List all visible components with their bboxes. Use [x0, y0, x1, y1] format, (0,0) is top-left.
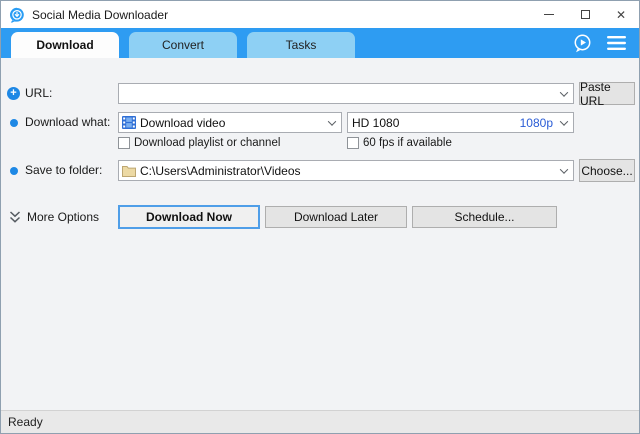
quality-dropdown-button[interactable] — [555, 113, 573, 132]
fps-checkbox[interactable]: 60 fps if available — [347, 136, 452, 150]
playlist-checkbox[interactable]: Download playlist or channel — [118, 136, 280, 150]
download-panel: + URL: Paste URL Download what: Download — [1, 58, 639, 410]
quality-badge: 1080p — [519, 115, 553, 130]
bullet-dot-icon — [10, 119, 18, 127]
quality-value: HD 1080 — [352, 115, 400, 130]
chevron-down-icon — [327, 116, 337, 126]
checkbox-icon[interactable] — [118, 137, 130, 149]
minimize-button[interactable] — [531, 1, 567, 28]
chevron-down-icon — [559, 87, 569, 97]
maximize-icon — [580, 10, 590, 19]
double-chevron-down-icon[interactable] — [9, 210, 21, 224]
choose-folder-button[interactable]: Choose... — [579, 159, 635, 182]
download-now-button[interactable]: Download Now — [118, 205, 260, 229]
download-later-button[interactable]: Download Later — [265, 206, 407, 228]
tab-tasks[interactable]: Tasks — [247, 32, 355, 58]
app-window: Social Media Downloader ✕ Download Conve… — [0, 0, 640, 434]
checkbox-icon[interactable] — [347, 137, 359, 149]
download-what-select[interactable]: Download video — [118, 112, 342, 133]
url-label: URL: — [25, 86, 53, 100]
schedule-button[interactable]: Schedule... — [412, 206, 557, 228]
download-what-label: Download what: — [25, 115, 111, 129]
app-logo-icon — [10, 7, 24, 23]
media-bubble-icon[interactable] — [572, 33, 593, 54]
save-folder-dropdown-button[interactable] — [555, 161, 573, 180]
maximize-button[interactable] — [567, 1, 603, 28]
title-bar: Social Media Downloader ✕ — [1, 1, 639, 28]
chevron-down-icon — [559, 164, 569, 174]
close-icon: ✕ — [615, 7, 627, 22]
plus-circle-icon: + — [7, 87, 20, 100]
more-options-link[interactable]: More Options — [27, 206, 99, 228]
folder-icon — [122, 165, 136, 177]
paste-url-button[interactable]: Paste URL — [579, 80, 635, 108]
download-what-value: Download video — [140, 115, 226, 130]
save-folder-combobox[interactable]: C:\Users\Administrator\Videos — [118, 160, 574, 181]
tab-download[interactable]: Download — [11, 32, 119, 58]
film-strip-icon — [122, 116, 136, 129]
tab-convert[interactable]: Convert — [129, 32, 237, 58]
window-title: Social Media Downloader — [32, 7, 169, 22]
tab-bar: Download Convert Tasks — [1, 28, 639, 58]
fps-checkbox-label: 60 fps if available — [363, 137, 452, 149]
bullet-dot-icon — [10, 167, 18, 175]
status-bar: Ready — [1, 410, 639, 433]
url-combobox[interactable] — [118, 83, 574, 104]
window-controls: ✕ — [531, 1, 639, 28]
save-folder-path: C:\Users\Administrator\Videos — [140, 163, 301, 178]
status-text: Ready — [8, 415, 43, 429]
save-folder-label: Save to folder: — [25, 163, 103, 177]
quality-select[interactable]: HD 1080 1080p — [347, 112, 574, 133]
hamburger-menu-icon[interactable] — [607, 35, 626, 51]
download-what-dropdown-button[interactable] — [323, 113, 341, 132]
close-button[interactable]: ✕ — [603, 1, 639, 28]
chevron-down-icon — [559, 116, 569, 126]
url-dropdown-button[interactable] — [555, 84, 573, 103]
tabbar-actions — [572, 28, 639, 58]
minimize-icon — [544, 14, 554, 15]
playlist-checkbox-label: Download playlist or channel — [134, 137, 281, 149]
